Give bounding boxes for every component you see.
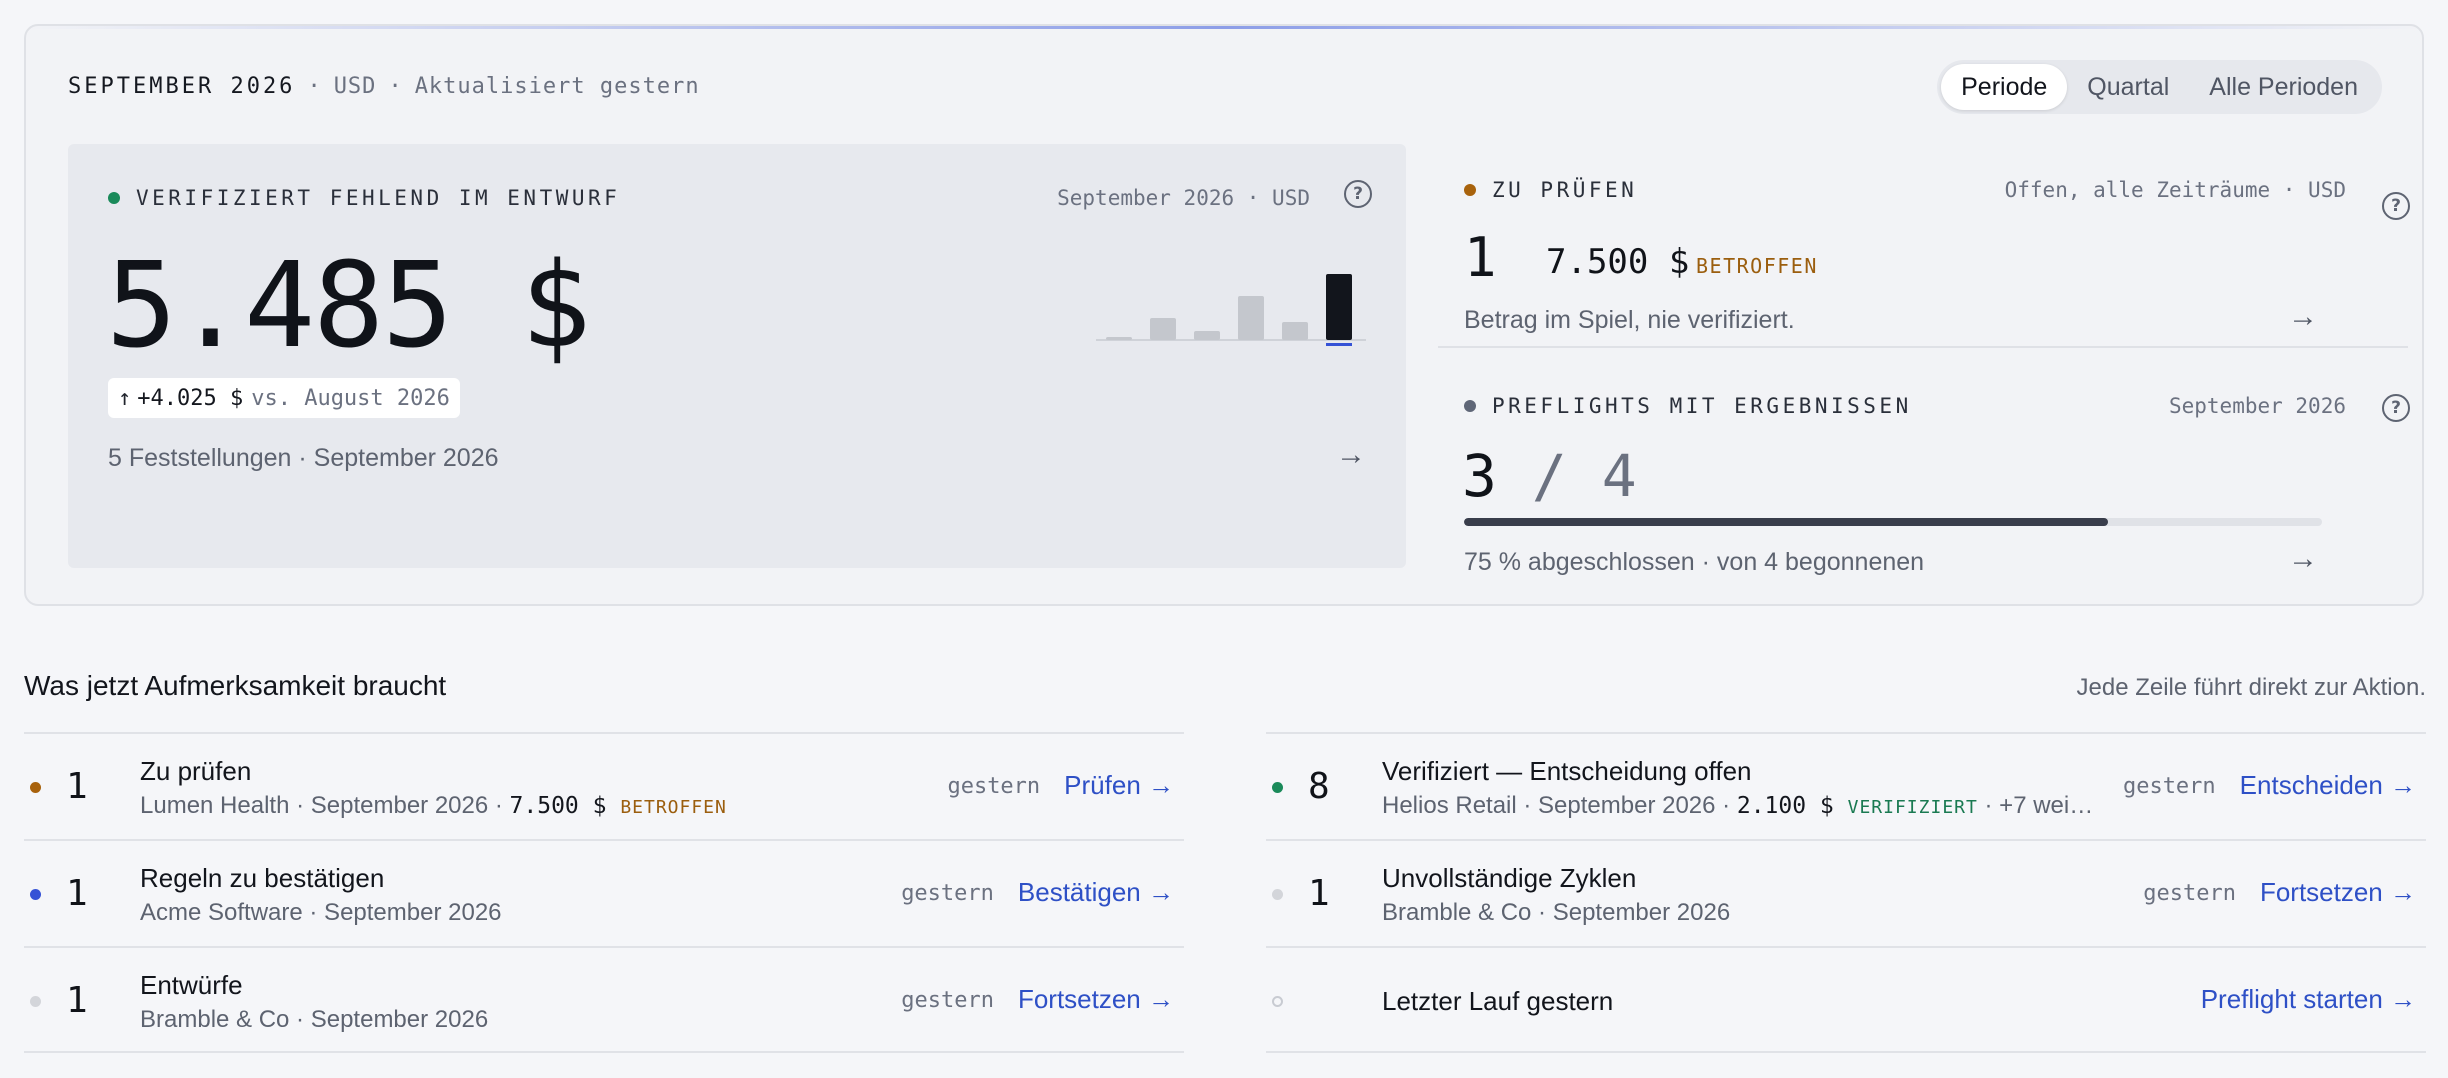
attention-list-left: 1 Zu prüfen Lumen Health · September 2026 … <box>24 732 1184 1053</box>
row-action-link[interactable]: Preflight starten → <box>2201 984 2416 1015</box>
row-title: Letzter Lauf gestern <box>1382 986 1614 1016</box>
attention-row[interactable]: 1 Regeln zu bestätigen Acme Software · Sep… <box>24 839 1184 946</box>
row-more: · +7 wei… <box>1977 792 2094 819</box>
attention-row[interactable]: Letzter Lauf gestern Preflight starten → <box>1266 946 2426 1053</box>
row-title: Zu prüfen <box>140 756 252 786</box>
preflights-metric[interactable]: PREFLIGHTS MIT ERGEBNISSEN September 202… <box>1438 348 2410 588</box>
row-count: 1 <box>66 873 88 914</box>
status-dot <box>30 889 41 900</box>
preflights-scope: September 2026 <box>2168 394 2346 418</box>
review-tag: BETROFFEN <box>1696 254 1818 278</box>
overview-card: SEPTEMBER 2026 · USD · Aktualisiert gestern … <box>24 24 2424 606</box>
status-dot <box>1464 400 1476 412</box>
row-timestamp: gestern <box>2122 774 2216 799</box>
attention-list-right: 8 Verifiziert — Entscheidung offen Helios … <box>1266 732 2426 1053</box>
sparkline-bar <box>1326 274 1352 340</box>
attention-row[interactable]: 1 Entwürfe Bramble & Co · September 2026 Fo… <box>24 946 1184 1053</box>
row-timestamp: gestern <box>901 881 994 906</box>
hero-findings: 5 Feststellungen · September 2026 <box>108 444 499 472</box>
attention-row[interactable]: 8 Verifiziert — Entscheidung offen Helios … <box>1266 732 2426 839</box>
period-month: SEPTEMBER 2026 <box>68 74 296 99</box>
row-subtitle: Helios Retail · September 2026 · 2.100 $… <box>1382 792 2094 819</box>
attention-row[interactable]: 1 Unvollständige Zyklen Bramble & Co · Sep… <box>1266 839 2426 946</box>
attention-row[interactable]: 1 Zu prüfen Lumen Health · September 2026 … <box>24 732 1184 839</box>
review-metric[interactable]: ZU PRÜFEN Offen, alle Zeiträume · USD ? … <box>1438 144 2410 344</box>
hero-scope: September 2026 · USD <box>1057 186 1310 210</box>
row-action-link[interactable]: Bestätigen → <box>1018 877 1174 908</box>
period-meta: SEPTEMBER 2026 · USD · Aktualisiert gestern <box>68 74 700 99</box>
row-amount: 2.100 $ <box>1736 793 1848 819</box>
arrow-up-icon: ↑ <box>118 385 132 411</box>
status-dot <box>30 996 41 1007</box>
help-icon[interactable]: ? <box>2382 192 2410 220</box>
row-tag: BETROFFEN <box>620 797 727 818</box>
row-count: 8 <box>1308 766 1330 807</box>
row-subtitle: Bramble & Co · September 2026 <box>1382 899 1731 926</box>
row-timestamp: gestern <box>947 774 1041 799</box>
row-tag: VERIFIZIERT <box>1847 797 1978 818</box>
period-option-periode[interactable]: Periode <box>1941 64 2068 110</box>
preflights-label: PREFLIGHTS MIT ERGEBNISSEN <box>1464 394 1912 418</box>
review-count: 1 <box>1464 226 1497 289</box>
help-icon[interactable]: ? <box>1344 180 1372 208</box>
hero-value: 5.485 $ <box>106 236 591 374</box>
preflights-progress-bar <box>1464 518 2322 526</box>
period-option-quartal[interactable]: Quartal <box>2067 64 2189 110</box>
row-count: 1 <box>66 766 88 807</box>
row-action-link[interactable]: Fortsetzen → <box>1018 984 1174 1015</box>
row-amount: 7.500 $ <box>509 793 621 819</box>
attention-title: Was jetzt Aufmerksamkeit braucht <box>24 670 447 701</box>
row-timestamp: gestern <box>2143 881 2236 906</box>
row-subtitle: Bramble & Co · September 2026 <box>140 1006 489 1033</box>
preflights-value: 3 / 4 <box>1462 442 1637 510</box>
help-icon[interactable]: ? <box>2382 394 2410 422</box>
review-amount: 7.500 $ <box>1546 242 1690 282</box>
row-action-link[interactable]: Entscheiden → <box>2240 770 2416 801</box>
row-action-link[interactable]: Fortsetzen → <box>2260 877 2416 908</box>
review-subtitle: Betrag im Spiel, nie verifiziert. <box>1464 306 1795 334</box>
row-action-link[interactable]: Prüfen → <box>1064 770 1174 801</box>
sparkline-current-marker <box>1326 343 1352 346</box>
progress-fill <box>1464 518 2108 526</box>
delta-comparison: vs. August 2026 <box>251 385 450 411</box>
delta-badge: ↑ +4.025 $ vs. August 2026 <box>108 378 460 418</box>
review-scope: Offen, alle Zeiträume · USD <box>2004 178 2346 202</box>
arrow-right-icon[interactable]: → <box>1336 438 1366 472</box>
period-toggle: Periode Quartal Alle Perioden <box>1937 60 2382 114</box>
row-count: 1 <box>66 980 88 1021</box>
row-title: Regeln zu bestätigen <box>140 863 385 893</box>
status-dot <box>108 192 120 204</box>
sparkline-bar <box>1106 337 1132 340</box>
row-title: Entwürfe <box>140 970 243 1000</box>
status-dot <box>30 782 41 793</box>
status-dot <box>1272 782 1283 793</box>
hero-metric-panel[interactable]: VERIFIZIERT FEHLEND IM ENTWURF September… <box>68 144 1406 568</box>
row-subtitle: Acme Software · September 2026 <box>140 899 502 926</box>
status-dot <box>1464 184 1476 196</box>
arrow-right-icon[interactable]: → <box>2288 542 2318 576</box>
row-count: 1 <box>1308 873 1330 914</box>
sparkline-bar <box>1194 331 1220 340</box>
period-currency: USD <box>333 74 377 99</box>
sparkline-bar <box>1282 322 1308 340</box>
period-option-alle-perioden[interactable]: Alle Perioden <box>2189 64 2378 110</box>
hero-sparkline <box>1096 274 1366 346</box>
delta-value: +4.025 $ <box>137 385 244 411</box>
sparkline-bar <box>1150 318 1176 340</box>
attention-hint: Jede Zeile führt direkt zur Aktion. <box>2076 674 2427 701</box>
status-dot <box>1272 889 1283 900</box>
sparkline-bar <box>1238 296 1264 340</box>
period-updated: Aktualisiert gestern <box>414 74 700 99</box>
status-dot <box>1272 996 1283 1007</box>
review-label: ZU PRÜFEN <box>1464 178 1637 202</box>
accent-line <box>26 26 2422 29</box>
hero-label: VERIFIZIERT FEHLEND IM ENTWURF <box>108 186 620 210</box>
row-timestamp: gestern <box>901 988 994 1013</box>
preflights-subtitle: 75 % abgeschlossen · von 4 begonnenen <box>1464 548 1925 576</box>
row-title: Verifiziert — Entscheidung offen <box>1382 756 1752 786</box>
arrow-right-icon[interactable]: → <box>2288 300 2318 334</box>
row-subtitle: Lumen Health · September 2026 · 7.500 $ … <box>140 792 727 819</box>
row-title: Unvollständige Zyklen <box>1382 863 1637 893</box>
